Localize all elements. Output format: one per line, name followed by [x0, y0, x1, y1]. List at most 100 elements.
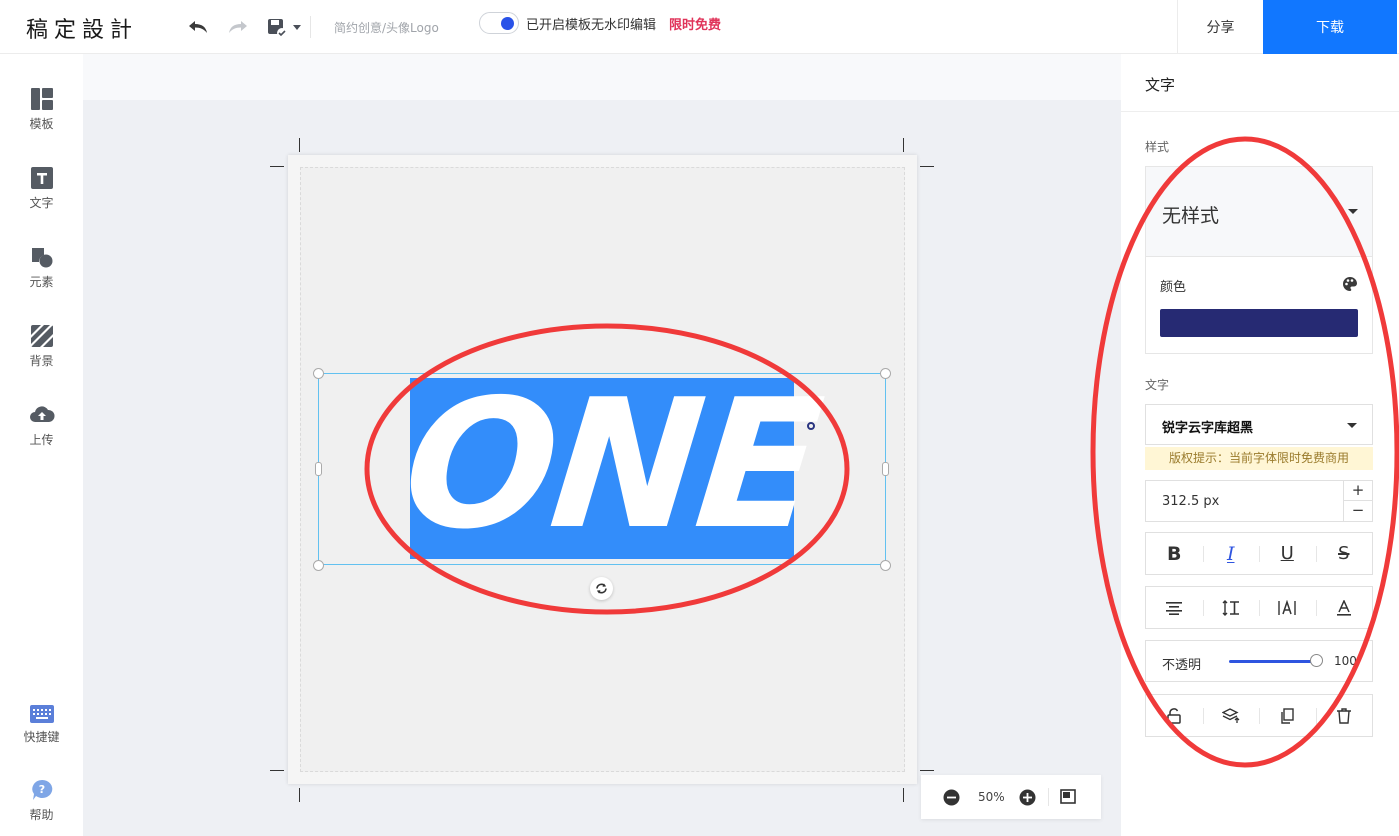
keyboard-icon — [29, 705, 54, 723]
duplicate-button[interactable] — [1259, 695, 1316, 736]
copy-icon — [1281, 707, 1294, 724]
sidebar-item-element[interactable]: 元素 — [0, 246, 83, 290]
sidebar-item-upload[interactable]: 上传 — [0, 404, 83, 448]
bold-button[interactable]: B — [1146, 533, 1203, 574]
style-box: 无样式 颜色 — [1145, 166, 1373, 354]
element-icon — [31, 248, 52, 268]
crop-mark — [299, 788, 300, 802]
crop-mark — [270, 166, 284, 167]
sidebar-item-label: 文字 — [29, 196, 54, 210]
share-button[interactable]: 分享 — [1177, 0, 1263, 54]
crop-mark — [903, 138, 904, 152]
resize-handle-right[interactable] — [882, 462, 889, 476]
upload-icon — [29, 406, 55, 422]
font-family-select[interactable]: 锐字云字库超黑 — [1145, 404, 1373, 445]
font-size-value: 312.5 px — [1162, 494, 1220, 509]
resize-handle-bottom-left[interactable] — [313, 560, 324, 571]
align-center-icon — [1166, 601, 1183, 615]
line-height-button[interactable] — [1202, 587, 1260, 628]
crop-mark — [920, 166, 934, 167]
strikethrough-icon: S — [1338, 543, 1350, 564]
watermark-status-text: 已开启模板无水印编辑 — [526, 18, 657, 33]
redo-icon[interactable] — [226, 15, 250, 39]
background-icon — [30, 325, 53, 347]
resize-handle-bottom-right[interactable] — [880, 560, 891, 571]
line-height-icon — [1222, 599, 1239, 616]
sidebar-item-shortcuts[interactable]: 快捷键 — [0, 705, 83, 745]
undo-icon[interactable] — [186, 15, 210, 39]
opacity-value: 100 — [1334, 654, 1357, 668]
resize-handle-left[interactable] — [315, 462, 322, 476]
lock-button[interactable] — [1146, 695, 1203, 736]
sidebar-item-label: 背景 — [29, 354, 54, 368]
zoom-in-icon[interactable] — [1019, 789, 1036, 806]
strikethrough-button[interactable]: S — [1315, 533, 1373, 574]
color-swatch[interactable] — [1160, 309, 1358, 337]
increase-size-button[interactable]: + — [1344, 481, 1372, 501]
sidebar-item-background[interactable]: 背景 — [0, 325, 83, 369]
font-size-stepper: + − — [1343, 481, 1372, 521]
letter-spacing-button[interactable] — [1259, 587, 1316, 628]
resize-handle-top-left[interactable] — [313, 368, 324, 379]
sidebar-item-help[interactable]: ? 帮助 — [0, 779, 83, 823]
svg-text:?: ? — [38, 783, 44, 796]
properties-panel: 文字 样式 无样式 颜色 文字 锐字云字库超黑 版权提示：当前字体限时免费商用 … — [1121, 54, 1399, 836]
resize-handle-top-right[interactable] — [880, 368, 891, 379]
zoom-out-icon[interactable] — [943, 789, 960, 806]
crop-mark — [299, 138, 300, 152]
zoom-level: 50% — [978, 790, 1005, 804]
watermark-toggle[interactable] — [479, 12, 519, 34]
underline-icon: U — [1280, 543, 1294, 564]
underline-button[interactable]: U — [1259, 533, 1316, 574]
panel-divider — [1121, 111, 1399, 112]
left-sidebar: 模板 文字 元素 背景 上传 快捷键 ? 帮助 — [0, 54, 83, 836]
opacity-slider-handle[interactable] — [1310, 654, 1323, 667]
fit-screen-icon[interactable] — [1060, 789, 1076, 804]
document-title[interactable]: 简约创意/头像Logo — [334, 19, 439, 36]
font-copyright-notice: 版权提示：当前字体限时免费商用 — [1145, 447, 1373, 470]
crop-mark — [920, 770, 934, 771]
color-label: 颜色 — [1160, 280, 1187, 295]
chevron-down-icon — [1347, 423, 1357, 428]
zoom-panel: 50% — [921, 775, 1101, 819]
bold-icon: B — [1167, 542, 1182, 565]
italic-icon: I — [1226, 542, 1235, 565]
trash-icon — [1336, 707, 1351, 724]
sidebar-item-label: 元素 — [29, 275, 54, 289]
app-logo[interactable]: 稿定設計 — [26, 12, 138, 44]
sidebar-item-template[interactable]: 模板 — [0, 88, 83, 132]
font-section-label: 文字 — [1145, 378, 1170, 392]
panel-title: 文字 — [1145, 76, 1176, 94]
rotate-icon — [596, 583, 607, 594]
limited-free-badge: 限时免费 — [669, 18, 722, 33]
unlock-icon — [1167, 707, 1181, 724]
rotate-handle[interactable] — [590, 577, 613, 600]
layer-button[interactable] — [1202, 695, 1260, 736]
crop-mark — [903, 788, 904, 802]
save-icon[interactable] — [266, 15, 308, 39]
template-icon — [30, 88, 53, 110]
align-button[interactable] — [1146, 587, 1203, 628]
letter-spacing-icon — [1278, 599, 1296, 615]
download-button[interactable]: 下载 — [1263, 0, 1397, 54]
delete-button[interactable] — [1315, 695, 1373, 736]
font-size-input[interactable]: 312.5 px + − — [1145, 480, 1373, 522]
toolbar-divider — [310, 16, 311, 38]
text-icon — [30, 167, 53, 189]
crop-mark — [270, 770, 284, 771]
sidebar-item-label: 上传 — [29, 433, 54, 447]
layers-icon — [1221, 707, 1240, 723]
watermark-bar — [83, 54, 1121, 100]
zoom-divider — [1048, 788, 1049, 806]
decrease-size-button[interactable]: − — [1344, 501, 1372, 521]
style-value: 无样式 — [1162, 205, 1220, 227]
style-dropdown[interactable]: 无样式 — [1146, 167, 1372, 257]
palette-icon[interactable] — [1342, 276, 1358, 292]
font-name: 锐字云字库超黑 — [1162, 421, 1254, 436]
opacity-control: 不透明 100 — [1145, 640, 1373, 682]
italic-button[interactable]: I — [1202, 533, 1260, 574]
text-effect-button[interactable] — [1315, 587, 1373, 628]
sidebar-item-text[interactable]: 文字 — [0, 167, 83, 211]
selection-box[interactable] — [318, 373, 886, 565]
opacity-slider[interactable] — [1229, 660, 1317, 663]
